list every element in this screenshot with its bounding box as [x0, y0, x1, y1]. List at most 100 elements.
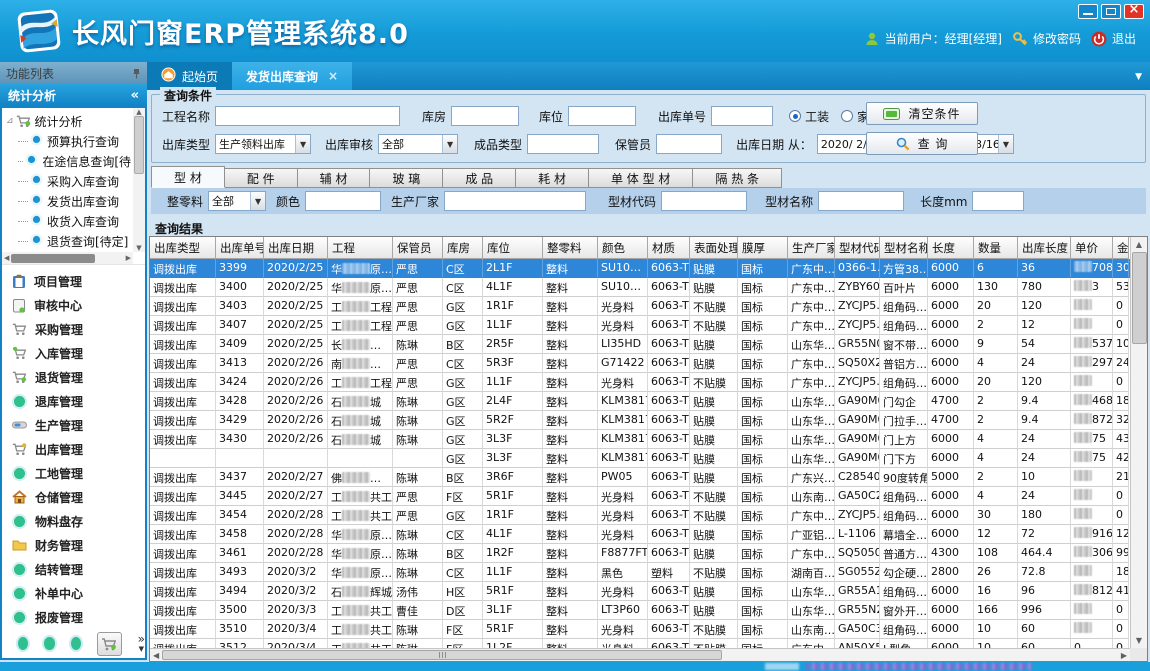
close-button[interactable]	[1124, 4, 1144, 19]
column-header-库位[interactable]: 库位	[483, 237, 543, 259]
minimize-button[interactable]	[1078, 4, 1098, 19]
toolbar-dot-icon-2[interactable]	[44, 637, 54, 650]
column-header-型材名称[interactable]: 型材名称	[880, 237, 928, 259]
material-tab-3[interactable]: 玻 璃	[370, 168, 443, 188]
clear-conditions-button[interactable]: 清空条件	[866, 102, 978, 125]
scroll-left-icon[interactable]: ◀	[153, 651, 159, 660]
scroll-down-icon[interactable]: ▼	[1136, 633, 1142, 648]
sidebar-item-出库管理[interactable]: 出库管理	[2, 437, 145, 461]
sidebar-item-入库管理[interactable]: 入库管理	[2, 341, 145, 365]
current-user[interactable]: 当前用户：经理[经理]	[864, 30, 1002, 47]
profile-name-input[interactable]	[818, 191, 904, 211]
column-header-数量[interactable]: 数量	[974, 237, 1018, 259]
table-row[interactable]: 调拨出库34072020/2/25工工程严思G区1L1F整料光身料6063-T5…	[150, 316, 1147, 335]
toolbar-dot-icon-1[interactable]	[18, 637, 28, 650]
horizontal-scroll-thumb[interactable]	[162, 650, 722, 660]
tab-close-icon[interactable]: ×	[328, 69, 338, 83]
material-tab-5[interactable]: 耗 材	[516, 168, 589, 188]
table-row[interactable]: 调拨出库34942020/3/2石辉城汤伟H区5R1F整料光身料6063-T5贴…	[150, 582, 1147, 601]
tree-horizontal-scrollbar[interactable]: ◀▶	[2, 252, 133, 264]
table-row[interactable]: 调拨出库34242020/2/26工工程严思G区1L1F整料光身料6063-T5…	[150, 373, 1147, 392]
column-header-整零料[interactable]: 整零料	[543, 237, 598, 259]
section-header-statistics[interactable]: 统计分析 «	[0, 84, 147, 106]
column-header-颜色[interactable]: 颜色	[598, 237, 648, 259]
column-header-长度[interactable]: 长度	[928, 237, 974, 259]
table-row[interactable]: 调拨出库34282020/2/26石城陈琳G区2L4F整料KLM38176063…	[150, 392, 1147, 411]
table-row[interactable]: G区3L3F整料KLM38176063-T5贴膜国标山东华…GA90M09…门下…	[150, 449, 1147, 468]
sidebar-item-工地管理[interactable]: 工地管理	[2, 461, 145, 485]
table-row[interactable]: 调拨出库33992020/2/25华原…严思C区2L1F整料SU10…6063-…	[150, 259, 1147, 278]
keeper-input[interactable]	[656, 134, 722, 154]
search-button[interactable]: 查 询	[866, 132, 978, 155]
collapse-icon[interactable]: «	[131, 88, 139, 103]
sidebar-item-物料盘存[interactable]: 物料盘存	[2, 509, 145, 533]
table-row[interactable]: 调拨出库34002020/2/25华原…严思C区4L1F整料SU10…6063-…	[150, 278, 1147, 297]
column-header-金[interactable]: 金	[1113, 237, 1129, 259]
maximize-button[interactable]	[1101, 4, 1121, 19]
overflow-chevron[interactable]: »▼	[138, 635, 145, 653]
tree-item-退货查询[待定][interactable]: 退货查询[待定]	[6, 231, 131, 251]
toolbar-cart-button[interactable]	[97, 632, 121, 656]
table-row[interactable]: 调拨出库34372020/2/27佛…陈琳B区3R6F整料PW056063-T5…	[150, 468, 1147, 487]
column-header-表面处理[interactable]: 表面处理	[690, 237, 738, 259]
table-row[interactable]: 调拨出库35002020/3/3工共工程曹佳D区3L1F整料LT3P606063…	[150, 601, 1147, 620]
table-row[interactable]: 调拨出库34932020/3/2华原…陈琳C区1L1F整料黑色塑料不贴膜国标湖南…	[150, 563, 1147, 582]
tab-发货出库查询[interactable]: 发货出库查询×	[232, 62, 352, 90]
tree-item-采购入库查询[interactable]: 采购入库查询	[6, 171, 131, 191]
sidebar-item-审核中心[interactable]: 审核中心	[2, 293, 145, 317]
column-header-生产厂家[interactable]: 生产厂家	[788, 237, 835, 259]
column-header-型材代码[interactable]: 型材代码	[835, 237, 880, 259]
profile-code-input[interactable]	[661, 191, 747, 211]
location-input[interactable]	[568, 106, 636, 126]
color-input[interactable]	[305, 191, 381, 211]
order-no-input[interactable]	[711, 106, 773, 126]
audit-select[interactable]: 全部▼	[378, 134, 458, 154]
table-row[interactable]: 调拨出库34452020/2/27工共工程严思F区5R1F整料光身料6063-T…	[150, 487, 1147, 506]
sidebar-item-退库管理[interactable]: 退库管理	[2, 389, 145, 413]
material-tab-2[interactable]: 辅 材	[298, 168, 371, 188]
table-row[interactable]: 调拨出库34032020/2/25工工程严思G区1R1F整料光身料6063-T5…	[150, 297, 1147, 316]
material-tab-1[interactable]: 配 件	[225, 168, 298, 188]
table-row[interactable]: 调拨出库35122020/3/4工共工程陈琳F区1L2F整料光身料6063-T5…	[150, 639, 1147, 648]
sidebar-item-财务管理[interactable]: 财务管理	[2, 533, 145, 557]
tree-item-在途信息查询[待[interactable]: 在途信息查询[待	[6, 151, 131, 171]
out-type-select[interactable]: 生产领料出库▼	[215, 134, 311, 154]
tree-vertical-scrollbar[interactable]: ▲▼	[133, 108, 145, 252]
grid-horizontal-scrollbar[interactable]: ◀ ▶	[150, 648, 1130, 661]
manufacturer-input[interactable]	[444, 191, 586, 211]
pin-icon[interactable]	[132, 68, 141, 79]
table-row[interactable]: 调拨出库34302020/2/26石城陈琳G区3L3F整料KLM38176063…	[150, 430, 1147, 449]
tree-item-收货入库查询[interactable]: 收货入库查询	[6, 211, 131, 231]
table-row[interactable]: 调拨出库34292020/2/26石城陈琳G区5R2F整料KLM38176063…	[150, 411, 1147, 430]
tree-item-发货出库查询[interactable]: 发货出库查询	[6, 191, 131, 211]
toolbar-dot-icon-3[interactable]	[71, 637, 81, 650]
sidebar-item-报废管理[interactable]: 报废管理	[2, 605, 145, 629]
tree-item-预算执行查询[interactable]: 预算执行查询	[6, 131, 131, 151]
change-password-button[interactable]: 修改密码	[1012, 30, 1081, 47]
tab-起始页[interactable]: 起始页	[147, 62, 232, 90]
column-header-出库长度[interactable]: 出库长度	[1018, 237, 1071, 259]
sidebar-item-生产管理[interactable]: 生产管理	[2, 413, 145, 437]
column-header-膜厚[interactable]: 膜厚	[738, 237, 788, 259]
scroll-up-icon[interactable]: ▲	[1136, 237, 1142, 252]
column-header-材质[interactable]: 材质	[648, 237, 690, 259]
material-tab-7[interactable]: 隔 热 条	[693, 168, 782, 188]
column-header-保管员[interactable]: 保管员	[393, 237, 443, 259]
warehouse-input[interactable]	[451, 106, 519, 126]
material-tab-6[interactable]: 单 体 型 材	[589, 168, 693, 188]
column-header-工程[interactable]: 工程	[328, 237, 393, 259]
product-type-input[interactable]	[527, 134, 599, 154]
length-input[interactable]	[972, 191, 1024, 211]
project-name-input[interactable]	[215, 106, 400, 126]
column-header-出库类型[interactable]: 出库类型	[150, 237, 216, 259]
sidebar-item-项目管理[interactable]: 项目管理	[2, 269, 145, 293]
table-row[interactable]: 调拨出库34542020/2/28工共工程严思G区1R1F整料光身料6063-T…	[150, 506, 1147, 525]
column-header-库房[interactable]: 库房	[443, 237, 483, 259]
column-header-出库日期[interactable]: 出库日期	[264, 237, 328, 259]
sidebar-item-仓储管理[interactable]: 仓储管理	[2, 485, 145, 509]
tree-root-statistics[interactable]: ⊿统计分析	[6, 111, 131, 131]
table-row[interactable]: 调拨出库34132020/2/26南…严思C区5R3F整料G714226063-…	[150, 354, 1147, 373]
sidebar-item-补单中心[interactable]: 补单中心	[2, 581, 145, 605]
table-row[interactable]: 调拨出库34612020/2/28华原…陈琳B区1R2F整料F8877FT606…	[150, 544, 1147, 563]
scroll-right-icon[interactable]: ▶	[1121, 651, 1127, 660]
